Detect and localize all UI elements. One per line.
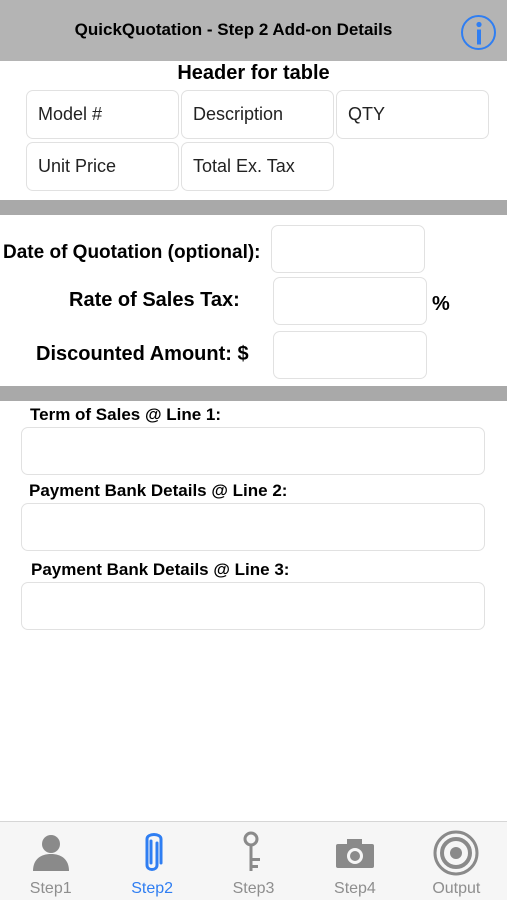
section-divider bbox=[0, 200, 507, 215]
payment-bank-line2-input[interactable] bbox=[21, 503, 485, 551]
term-of-sales-label: Term of Sales @ Line 1: bbox=[30, 405, 222, 424]
key-icon bbox=[224, 830, 284, 876]
info-circle-icon bbox=[475, 21, 482, 44]
payment-bank-line2-label: Payment Bank Details @ Line 2: bbox=[29, 481, 288, 500]
navigation-bar: QuickQuotation - Step 2 Add-on Details bbox=[0, 0, 507, 61]
sales-tax-label: Rate of Sales Tax: bbox=[69, 289, 240, 311]
qty-field[interactable]: QTY bbox=[336, 90, 489, 139]
payment-bank-line3-input[interactable] bbox=[21, 582, 485, 630]
camera-icon bbox=[325, 830, 385, 876]
info-button[interactable] bbox=[461, 15, 496, 50]
discounted-amount-label: Discounted Amount: $ bbox=[36, 343, 249, 365]
tab-step1[interactable]: Step1 bbox=[0, 822, 101, 900]
tab-step3[interactable]: Step3 bbox=[203, 822, 304, 900]
tab-step4-label: Step4 bbox=[334, 880, 376, 897]
total-ex-tax-field[interactable]: Total Ex. Tax bbox=[181, 142, 334, 191]
description-field[interactable]: Description bbox=[181, 90, 334, 139]
discounted-amount-input[interactable] bbox=[273, 331, 427, 379]
percent-unit-label: % bbox=[432, 293, 450, 315]
date-of-quotation-label: Date of Quotation (optional): bbox=[3, 242, 261, 263]
page-title: QuickQuotation - Step 2 Add-on Details bbox=[74, 20, 393, 39]
tab-step1-label: Step1 bbox=[29, 880, 72, 897]
tab-step2-label: Step2 bbox=[131, 880, 174, 897]
tab-output-label: Output bbox=[432, 880, 481, 897]
tab-output[interactable]: Output bbox=[406, 822, 507, 900]
tab-step4[interactable]: Step4 bbox=[304, 822, 405, 900]
table-header-title: Header for table bbox=[177, 62, 330, 84]
paperclip-icon bbox=[122, 830, 182, 876]
payment-bank-line3-label: Payment Bank Details @ Line 3: bbox=[31, 560, 290, 579]
section-divider bbox=[0, 386, 507, 401]
term-of-sales-input[interactable] bbox=[21, 427, 485, 475]
sales-tax-input[interactable] bbox=[273, 277, 427, 325]
date-of-quotation-input[interactable] bbox=[271, 225, 425, 273]
model-number-field[interactable]: Model # bbox=[26, 90, 179, 139]
tab-step3-label: Step3 bbox=[232, 880, 275, 897]
person-icon bbox=[21, 830, 81, 876]
target-icon bbox=[426, 830, 486, 876]
tab-step2[interactable]: Step2 bbox=[101, 822, 202, 900]
tab-bar: Step1 Step2 Step3 Step4 Output bbox=[0, 821, 507, 900]
unit-price-field[interactable]: Unit Price bbox=[26, 142, 179, 191]
